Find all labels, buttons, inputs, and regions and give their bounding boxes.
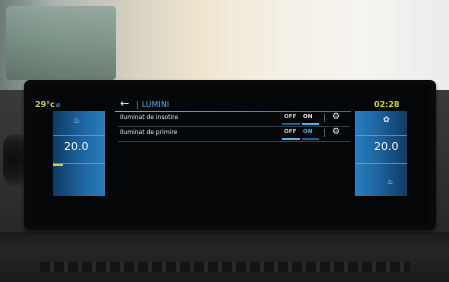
settings-gear-icon[interactable]: ⚙ <box>332 112 340 122</box>
toggle-on-track[interactable] <box>302 123 319 125</box>
toggle-off-option[interactable]: OFF <box>284 129 296 135</box>
page-title: | LUMINI <box>136 100 169 109</box>
dashboard-lower <box>0 232 449 282</box>
temperature-value: 29°c <box>35 100 55 109</box>
toggle-off-option[interactable]: OFF <box>284 114 296 120</box>
right-climate-panel[interactable]: ✿ 20.0 ♨ <box>355 111 407 196</box>
row-divider <box>118 126 350 127</box>
header-divider <box>115 111 351 112</box>
setting-row-insotire[interactable]: Iluminat de insotire OFF ON | ⚙ <box>116 112 350 125</box>
toggle-on-track[interactable] <box>302 138 319 140</box>
back-arrow-icon[interactable]: ← <box>120 97 129 110</box>
setting-row-primire[interactable]: Iluminat de primire OFF ON | ⚙ <box>116 127 350 140</box>
toggle-on-option[interactable]: ON <box>303 129 312 135</box>
left-temperature[interactable]: 20.0 <box>64 140 89 153</box>
outside-temperature: 29°c⌀ <box>35 100 60 109</box>
page-title-text: LUMINI <box>141 100 170 109</box>
panel-indicator <box>53 164 63 166</box>
setting-label: Iluminat de insotire <box>120 114 179 121</box>
left-climate-panel[interactable]: ♨ 20.0 <box>53 111 105 196</box>
right-temperature[interactable]: 20.0 <box>374 140 399 153</box>
setting-label: Iluminat de primire <box>120 129 178 136</box>
fan-icon[interactable]: ✿ <box>383 115 390 124</box>
row-separator: | <box>323 128 326 137</box>
panel-divider <box>53 135 105 136</box>
seat-heat-icon[interactable]: ♨ <box>73 116 80 125</box>
center-vent <box>40 262 410 272</box>
seat-heat-icon[interactable]: ♨ <box>387 178 393 186</box>
row-separator: | <box>323 113 326 122</box>
row-divider <box>118 141 350 142</box>
panel-divider <box>355 135 407 136</box>
panel-divider <box>355 163 407 164</box>
clock: 02:28 <box>374 100 400 109</box>
toggle-on-option[interactable]: ON <box>303 114 312 120</box>
settings-gear-icon[interactable]: ⚙ <box>332 127 340 137</box>
humidity-drop-icon: ⌀ <box>55 101 61 109</box>
title-separator: | <box>136 100 139 109</box>
car-window <box>6 6 116 80</box>
toggle-off-track[interactable] <box>282 138 300 140</box>
toggle-off-track[interactable] <box>282 123 300 125</box>
